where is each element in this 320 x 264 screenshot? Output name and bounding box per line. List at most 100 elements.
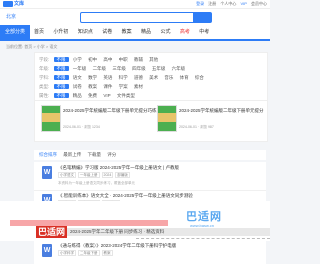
filter-option[interactable]: 五年级 [152, 66, 166, 71]
book-cover-icon[interactable] [41, 105, 61, 132]
logo-text[interactable]: 文库 [14, 0, 24, 8]
sort-option[interactable]: 综合排序 [39, 152, 57, 157]
filter-option[interactable]: 语文 [73, 75, 82, 80]
featured-title[interactable]: 2024-2025学年统编版二年级下册单元提分 [179, 108, 264, 114]
main-nav: 全部分类 首页 小升初 知识点 试卷 教案 精品 公式 高考 中考 [0, 25, 270, 41]
tag[interactable]: 一年级上册 [78, 172, 100, 178]
filter-label: 学段: [39, 57, 50, 62]
filter-selected[interactable]: 不限 [53, 66, 69, 71]
item-tags: 小学科学 二年级下册 教案 [58, 250, 115, 256]
item-tags: 小学语文 一年级上册 2024 部编版 [58, 172, 132, 178]
filter-option[interactable]: 二年级 [93, 66, 107, 71]
nav-item[interactable]: 小升初 [53, 29, 68, 35]
filter-selected[interactable]: 不限 [53, 93, 69, 98]
filter-option[interactable]: 中职 [119, 57, 128, 62]
item-title[interactable]: 《.智能训练本》语文大全 · 2024-2025学年一年级上册语文同步测验 [58, 193, 193, 199]
featured-section: 2024-2025学年统编版二年级下册单元提分巧练 2024-06-01 · 浏… [34, 100, 268, 142]
highlight-bar [10, 220, 168, 226]
top-bar: 文库 登录 注册 个人中心 VIP 会员中心 [0, 0, 270, 9]
sort-bar: 综合排序 最新上传 下载量 评分 [34, 150, 266, 160]
filter-option[interactable]: 综合 [195, 75, 204, 80]
filter-option[interactable]: 素材 [134, 84, 143, 89]
filter-option[interactable]: 文件类型 [117, 93, 135, 98]
filter-row-attr: 属性: 不限 精品 免费 VIP 文件类型 [39, 91, 140, 100]
nav-items: 首页 小升初 知识点 试卷 教案 精品 公式 高考 中考 [34, 25, 217, 39]
nav-item[interactable]: 公式 [160, 29, 170, 35]
location-selector[interactable]: 北京 [6, 13, 16, 21]
filter-label: 属性: [39, 93, 50, 98]
filter-option[interactable]: 三年级 [112, 66, 126, 71]
filter-option[interactable]: 小学 [73, 57, 82, 62]
vip-link[interactable]: VIP [241, 1, 247, 6]
logo-icon[interactable] [3, 1, 13, 7]
filter-option[interactable]: 一年级 [73, 66, 87, 71]
tag[interactable]: 小学语文 [58, 172, 76, 178]
filter-option[interactable]: 六年级 [172, 66, 186, 71]
watermark-text: 巴适网 [186, 211, 222, 223]
filter-option[interactable]: 教案 [88, 84, 97, 89]
filter-option[interactable]: 精品 [73, 93, 82, 98]
register-link[interactable]: 注册 [208, 1, 216, 6]
filter-option[interactable]: 美术 [149, 75, 158, 80]
nav-item[interactable]: 知识点 [78, 29, 93, 35]
list-item[interactable]: W 《名笔精编》学习版 2024-2025学年一年级上册语文 | 卢教版 小学语… [34, 162, 266, 191]
filter-option[interactable]: 音乐 [164, 75, 173, 80]
filter-option[interactable]: 四年级 [132, 66, 146, 71]
watermark-overlay: 巴适网 www.basw.cn 2024-2025学年二年级下册 同步练习 · … [0, 201, 270, 241]
nav-item-hot[interactable]: 高考 [180, 29, 190, 35]
nav-item[interactable]: 中考 [199, 29, 209, 35]
tag[interactable]: 小学科学 [58, 250, 76, 256]
featured-title[interactable]: 2024-2025学年统编版二年级下册单元提分巧练 [63, 108, 157, 114]
filter-option[interactable]: 学案 [119, 84, 128, 89]
filter-option[interactable]: 体育 [180, 75, 189, 80]
filter-row-grade: 年级: 不限 一年级 二年级 三年级 四年级 五年级 六年级 [39, 64, 190, 73]
nav-item[interactable]: 教案 [122, 29, 132, 35]
search-row: 北京 [0, 9, 270, 25]
all-categories-button[interactable]: 全部分类 [0, 25, 30, 39]
item-title[interactable]: 《通与练得（教案）》2023-2024学年二年级下册科学护电版 [58, 243, 176, 249]
item-desc: 本资料为一年级上册语文同步练习，覆盖全部单元 [58, 181, 135, 185]
filter-row-type: 类型: 不限 试卷 教案 课件 学案 素材 [39, 82, 148, 91]
filter-option[interactable]: 试卷 [73, 84, 82, 89]
filter-selected[interactable]: 不限 [53, 84, 69, 89]
filter-option[interactable]: 数学 [88, 75, 97, 80]
search-button[interactable] [193, 13, 211, 22]
filter-option[interactable]: 科学 [119, 75, 128, 80]
breadcrumb: 当前位置: 首页 > 小学 > 语文 [6, 44, 58, 49]
sort-option[interactable]: 评分 [107, 152, 116, 157]
sort-option[interactable]: 最新上传 [63, 152, 81, 157]
search-input[interactable] [80, 12, 212, 23]
tag[interactable]: 二年级下册 [78, 250, 100, 256]
filter-label: 学科: [39, 75, 50, 80]
filter-option[interactable]: 初中 [88, 57, 97, 62]
filter-label: 类型: [39, 84, 50, 89]
filter-option[interactable]: 高中 [103, 57, 112, 62]
tag[interactable]: 部编版 [115, 172, 130, 178]
nav-item[interactable]: 首页 [34, 29, 44, 35]
nav-item[interactable]: 精品 [141, 29, 151, 35]
tag[interactable]: 2024 [101, 172, 114, 178]
promo-badge[interactable]: 巴适网 [36, 226, 68, 238]
item-title[interactable]: 《名笔精编》学习版 2024-2025学年一年级上册语文 | 卢教版 [58, 165, 179, 171]
featured-meta: 2024-06-01 · 浏览 987 [179, 125, 214, 129]
sort-option[interactable]: 下载量 [88, 152, 102, 157]
filter-option[interactable]: 教辅 [134, 57, 143, 62]
filter-option[interactable]: 道德 [134, 75, 143, 80]
filter-selected[interactable]: 不限 [53, 57, 69, 62]
filter-option[interactable]: 英语 [103, 75, 112, 80]
top-links: 登录 注册 个人中心 VIP 会员中心 [193, 0, 267, 8]
nav-item[interactable]: 试卷 [102, 29, 112, 35]
filter-selected[interactable]: 不限 [53, 75, 69, 80]
member-center-link[interactable]: 会员中心 [251, 1, 267, 6]
filter-panel: 学段: 不限 小学 初中 高中 中职 教辅 其他 年级: 不限 一年级 二年级 … [34, 52, 268, 102]
login-link[interactable]: 登录 [196, 1, 204, 6]
filter-option[interactable]: 其他 [149, 57, 158, 62]
user-center-link[interactable]: 个人中心 [220, 1, 236, 6]
filter-option[interactable]: 免费 [88, 93, 97, 98]
list-item[interactable]: W 《通与练得（教案）》2023-2024学年二年级下册科学护电版 小学科学 二年… [34, 241, 266, 264]
filter-option[interactable]: 课件 [103, 84, 112, 89]
tag[interactable]: 教案 [101, 250, 113, 256]
book-cover-icon[interactable] [157, 105, 177, 132]
featured-meta: 2024-06-01 · 浏览 1234 [63, 125, 100, 129]
filter-option[interactable]: VIP [103, 93, 110, 98]
